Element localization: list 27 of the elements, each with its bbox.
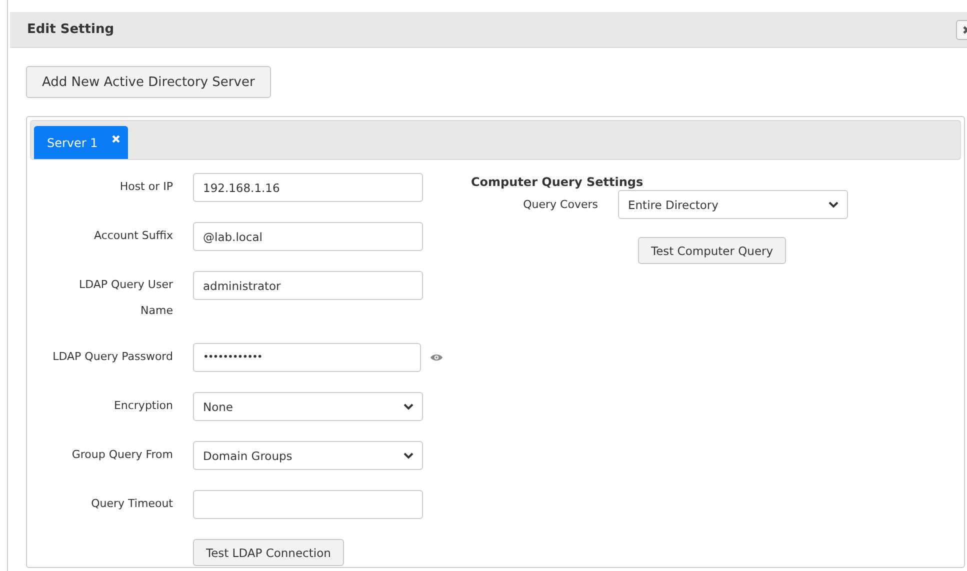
select-field[interactable]: Entire Directory [618, 190, 848, 219]
chevron-down-icon [828, 200, 839, 208]
field-label: Account Suffix [92, 228, 174, 244]
test-query-button[interactable]: Test Computer Query [638, 237, 786, 264]
field-label: LDAP Query User Name [78, 277, 174, 319]
input-field[interactable] [193, 490, 423, 519]
section-heading: Computer Query Settings [471, 175, 644, 189]
field-label: Query Timeout [90, 496, 174, 512]
server-tab[interactable]: Server 1 [34, 126, 128, 159]
input-field[interactable]: 192.168.1.16 [193, 173, 423, 202]
chevron-down-icon [403, 452, 414, 460]
field-label: Query Covers [522, 198, 599, 211]
select-field[interactable]: Domain Groups [193, 441, 423, 470]
field-label: LDAP Query Password [52, 349, 174, 365]
add-server-button[interactable]: Add New Active Directory Server [26, 66, 271, 98]
field-label: Encryption [112, 398, 174, 414]
field-label: Group Query From [70, 447, 174, 463]
test-ldap-button[interactable]: Test LDAP Connection [193, 539, 344, 566]
eye-icon[interactable] [430, 353, 443, 362]
password-field[interactable]: •••••••••••• [193, 343, 421, 372]
chevron-down-icon [403, 402, 414, 410]
dialog-title: Edit Setting [27, 22, 114, 37]
input-field[interactable]: administrator [193, 271, 423, 300]
field-label: Host or IP [118, 179, 174, 195]
close-icon[interactable] [112, 134, 120, 142]
select-field[interactable]: None [193, 392, 423, 421]
input-field[interactable]: @lab.local [193, 222, 423, 251]
